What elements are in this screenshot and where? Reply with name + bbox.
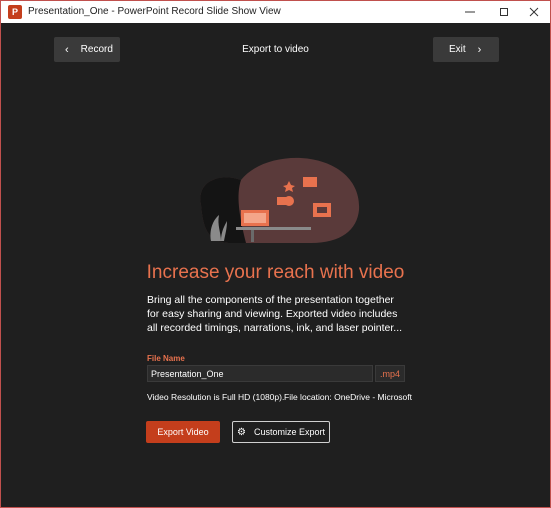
video-export-illustration — [200, 157, 360, 243]
close-button[interactable] — [517, 1, 551, 23]
file-name-label: File Name — [147, 354, 185, 363]
chevron-right-icon: › — [477, 43, 482, 56]
illustration-clapper — [303, 177, 317, 187]
customize-export-button[interactable]: ⚙ Customize Export — [232, 421, 330, 443]
export-video-label: Export Video — [157, 427, 209, 437]
maximize-icon — [500, 8, 508, 16]
export-video-button[interactable]: Export Video — [146, 421, 220, 443]
file-location-text: File location: OneDrive - Microsoft — [284, 392, 413, 402]
app-window: P Presentation_One - PowerPoint Record S… — [0, 0, 551, 508]
close-icon — [529, 7, 539, 17]
description-text: Bring all the components of the presenta… — [147, 294, 403, 334]
gear-icon: ⚙ — [237, 426, 246, 438]
file-extension: .mp4 — [375, 365, 405, 382]
maximize-button[interactable] — [487, 1, 521, 23]
exit-button-label: Exit — [449, 44, 466, 55]
file-name-input[interactable]: Presentation_One — [147, 365, 373, 382]
customize-export-label: Customize Export — [253, 427, 325, 437]
illustration-film-screen — [317, 207, 327, 213]
illustration-laptop-screen — [244, 213, 266, 223]
minimize-icon — [465, 11, 475, 13]
illustration-desk-leg — [251, 230, 254, 242]
illustration-desk — [236, 227, 311, 230]
title-bar: P Presentation_One - PowerPoint Record S… — [1, 1, 550, 23]
window-title: Presentation_One - PowerPoint Record Sli… — [28, 6, 281, 17]
exit-button[interactable]: Exit › — [433, 37, 499, 62]
video-resolution-text: Video Resolution is Full HD (1080p). — [147, 392, 285, 402]
powerpoint-icon: P — [8, 5, 22, 19]
app-icon-letter: P — [11, 6, 18, 17]
minimize-button[interactable] — [453, 1, 487, 23]
illustration-camera-body — [277, 197, 287, 205]
headline: Increase your reach with video — [146, 262, 405, 283]
